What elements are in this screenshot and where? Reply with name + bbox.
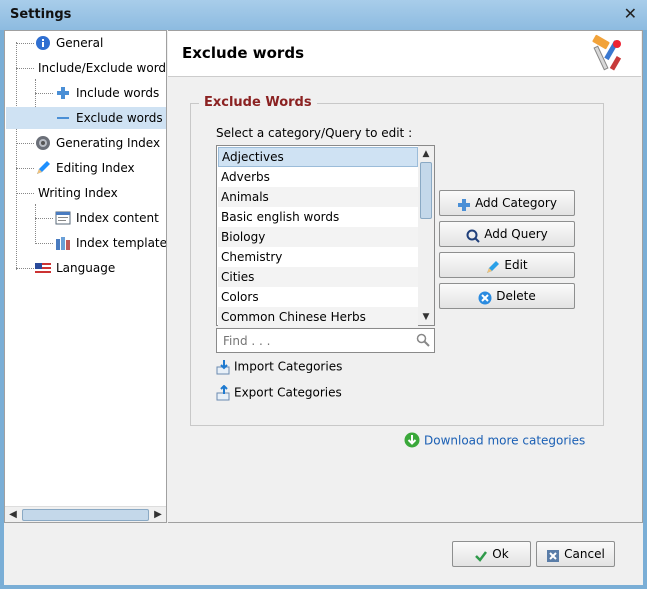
- scroll-down-icon[interactable]: ▼: [418, 309, 434, 325]
- settings-panel: Exclude words Exclude Words Select a cat…: [168, 30, 643, 523]
- scroll-up-icon[interactable]: ▲: [418, 146, 434, 162]
- import-icon: [216, 359, 232, 375]
- minus-icon: [55, 110, 71, 126]
- plus-icon: [457, 196, 471, 211]
- download-icon: [404, 432, 420, 448]
- list-item[interactable]: Adjectives: [218, 147, 418, 167]
- scroll-left-icon[interactable]: ◀: [5, 507, 21, 522]
- tree-connector: [16, 193, 34, 194]
- tree-item-label: Generating Index: [56, 136, 161, 150]
- tree-connector: [16, 168, 34, 169]
- tree-connector: [16, 68, 34, 69]
- document-icon: [55, 210, 71, 226]
- list-item[interactable]: Chemistry: [218, 247, 418, 267]
- page-title: Exclude words: [182, 44, 304, 62]
- tree-horizontal-scrollbar[interactable]: ◀ ▶: [5, 506, 166, 522]
- select-category-label: Select a category/Query to edit :: [216, 126, 413, 140]
- list-item[interactable]: Colors: [218, 287, 418, 307]
- edit-label: Edit: [504, 258, 528, 272]
- add-category-label: Add Category: [475, 196, 557, 210]
- title-bar[interactable]: Settings ✕: [0, 0, 647, 30]
- cancel-button[interactable]: Cancel: [536, 541, 615, 567]
- tree-item-label: General: [56, 36, 104, 50]
- delete-label: Delete: [496, 289, 536, 303]
- panel-header: Exclude words: [168, 31, 641, 77]
- tree-item-label: Include/Exclude words: [38, 61, 167, 75]
- tree-connector: [35, 243, 53, 244]
- delete-button[interactable]: Delete: [439, 283, 575, 309]
- add-query-button[interactable]: Add Query: [439, 221, 575, 247]
- tree-connector: [35, 218, 53, 219]
- tree-connector: [16, 43, 34, 44]
- import-categories-label: Import Categories: [234, 359, 343, 374]
- import-categories-link[interactable]: Import Categories: [216, 359, 342, 375]
- tree-item-label: Editing Index: [56, 161, 135, 175]
- tree-item-generating-index[interactable]: Generating Index: [35, 132, 160, 154]
- find-box: [216, 328, 435, 353]
- add-query-label: Add Query: [484, 227, 548, 241]
- tree-connector: [16, 143, 34, 144]
- dialog-client: General Include/Exclude words Include wo…: [4, 30, 643, 585]
- tree-item-index-templates[interactable]: Index templates: [55, 232, 167, 254]
- close-icon[interactable]: ✕: [624, 5, 637, 23]
- checkmark-icon: [474, 547, 488, 562]
- flag-icon: [35, 260, 51, 276]
- settings-window: Settings ✕ General Include/Exclude words…: [0, 0, 647, 589]
- list-item[interactable]: Animals: [218, 187, 418, 207]
- list-item[interactable]: Adverbs: [218, 167, 418, 187]
- list-item[interactable]: Common Chinese Herbs: [218, 307, 418, 327]
- tree-connector: [35, 204, 36, 244]
- list-vertical-scrollbar[interactable]: ▲ ▼: [418, 146, 434, 325]
- delete-icon: [478, 289, 492, 304]
- export-categories-label: Export Categories: [234, 385, 342, 400]
- download-more-link[interactable]: Download more categories: [404, 432, 586, 449]
- tree-item-label: Include words: [76, 86, 160, 100]
- scroll-right-icon[interactable]: ▶: [150, 507, 166, 522]
- tree-item-include-words[interactable]: Include words: [55, 82, 159, 104]
- export-icon: [216, 384, 232, 401]
- tree-connector: [16, 42, 17, 270]
- find-input[interactable]: [217, 329, 407, 352]
- search-icon[interactable]: [416, 333, 430, 347]
- add-category-button[interactable]: Add Category: [439, 190, 575, 216]
- tree-item-label: Exclude words: [76, 111, 163, 125]
- scroll-thumb[interactable]: [420, 162, 432, 219]
- cancel-icon: [546, 547, 560, 562]
- info-icon: [35, 35, 51, 51]
- tree-item-label: Index templates: [76, 236, 167, 250]
- tree-item-label: Language: [56, 261, 116, 275]
- tools-icon: [587, 34, 627, 74]
- pencil-icon: [486, 258, 500, 273]
- gear-icon: [35, 135, 51, 151]
- tree-item-label: Index content: [76, 211, 159, 225]
- list-item[interactable]: Biology: [218, 227, 418, 247]
- settings-tree: General Include/Exclude words Include wo…: [4, 30, 167, 523]
- tree-connector: [35, 93, 53, 94]
- pencil-icon: [35, 160, 51, 176]
- export-categories-link[interactable]: Export Categories: [216, 384, 342, 401]
- tree-connector: [16, 268, 34, 269]
- tree-item-label: Writing Index: [38, 186, 118, 200]
- edit-button[interactable]: Edit: [439, 252, 575, 278]
- list-item[interactable]: Basic english words: [218, 207, 418, 227]
- ok-label: Ok: [492, 547, 509, 561]
- tree-item-language[interactable]: Language: [35, 257, 115, 279]
- list-item[interactable]: Cities: [218, 267, 418, 287]
- download-more-label: Download more categories: [424, 433, 586, 448]
- ok-button[interactable]: Ok: [452, 541, 531, 567]
- tree-item-index-content[interactable]: Index content: [55, 207, 159, 229]
- category-list[interactable]: Adjectives Adverbs Animals Basic english…: [216, 145, 435, 327]
- plus-icon: [55, 85, 71, 101]
- tree-item-include-exclude[interactable]: Include/Exclude words: [38, 57, 167, 79]
- group-title: Exclude Words: [199, 95, 317, 110]
- tree-item-editing-index[interactable]: Editing Index: [35, 157, 135, 179]
- tree-item-general[interactable]: General: [35, 32, 103, 54]
- query-icon: [466, 227, 480, 243]
- cancel-label: Cancel: [564, 547, 605, 561]
- books-icon: [55, 235, 71, 251]
- window-title: Settings: [10, 7, 72, 22]
- tree-item-exclude-words[interactable]: Exclude words: [6, 107, 166, 129]
- scroll-thumb[interactable]: [22, 509, 149, 521]
- tree-item-writing-index[interactable]: Writing Index: [38, 182, 118, 204]
